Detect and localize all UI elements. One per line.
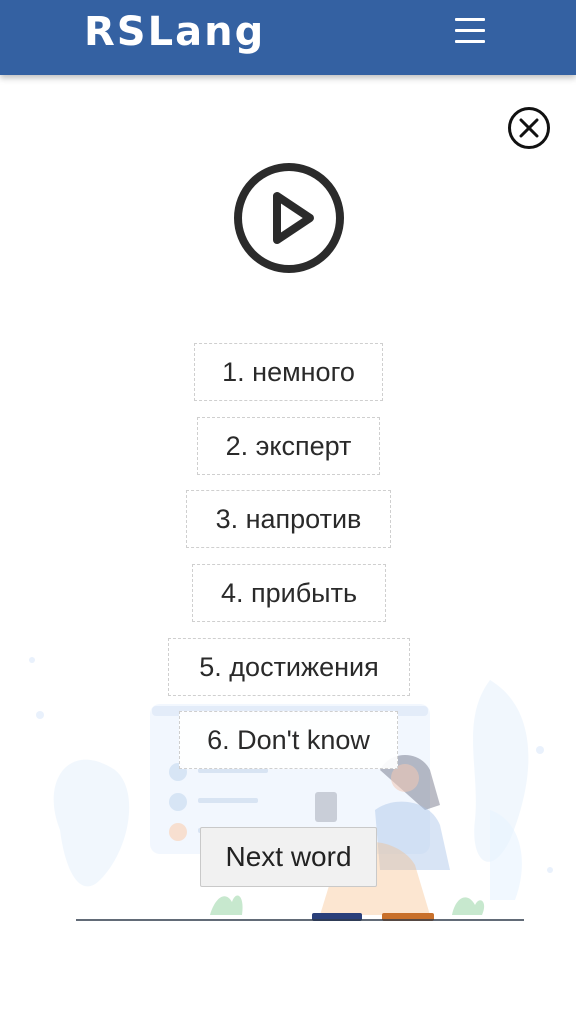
answer-option-6[interactable]: 6. Don't know [179,711,398,769]
next-word-button[interactable]: Next word [200,827,377,887]
answer-option-2[interactable]: 2. эксперт [197,417,380,475]
answer-option-4[interactable]: 4. прибыть [192,564,386,622]
answer-option-1[interactable]: 1. немного [194,343,383,401]
answer-option-3[interactable]: 3. напротив [186,490,391,548]
play-audio-icon[interactable] [231,160,347,276]
hamburger-menu-icon[interactable] [452,14,488,48]
app-logo[interactable]: RSLang [84,6,265,58]
close-icon[interactable] [507,106,551,150]
page: RSLang 1. немного 2. эксперт 3. напротив… [0,0,576,1032]
app-header: RSLang [0,0,576,75]
answer-option-5[interactable]: 5. достижения [168,638,410,696]
